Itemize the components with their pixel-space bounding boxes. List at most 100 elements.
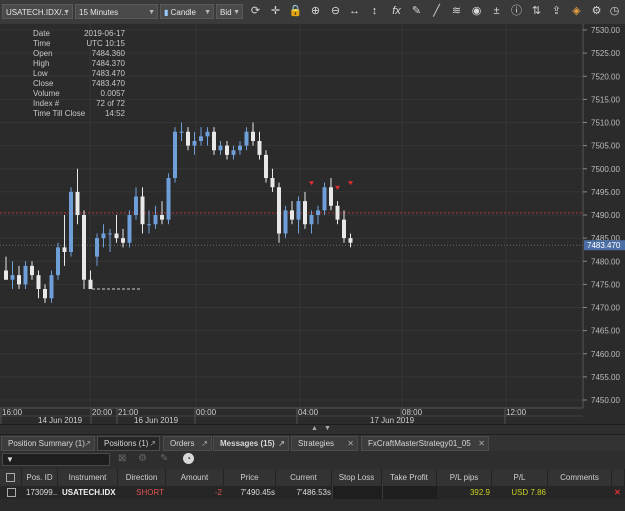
- filter-input[interactable]: ▼: [2, 453, 110, 466]
- tab-strategies[interactable]: Strategies ✕: [291, 436, 358, 451]
- candle-body: [251, 131, 255, 141]
- info-icon[interactable]: ⓘ: [509, 4, 524, 19]
- column-header[interactable]: P/L: [492, 469, 548, 486]
- tab-positions[interactable]: Positions (1) ↗: [97, 436, 160, 451]
- close-position-icon[interactable]: ⊠: [118, 453, 126, 464]
- info-value: 7483.470: [91, 79, 125, 88]
- chart-type-dropdown-label: Candle: [170, 8, 196, 17]
- info-key: Date: [33, 29, 50, 38]
- candle-body: [205, 131, 210, 137]
- y-tick-label: 7495.00: [591, 188, 620, 197]
- column-header[interactable]: Price: [224, 469, 276, 486]
- merge-icon[interactable]: ⚙: [138, 453, 147, 464]
- edit-icon[interactable]: ✎: [160, 453, 168, 464]
- collapse-down-icon[interactable]: ▼: [324, 425, 331, 432]
- info-value: 7484.360: [91, 49, 125, 58]
- column-header[interactable]: Pos. ID: [22, 469, 58, 486]
- price-chart[interactable]: 7530.00 7525.00 7520.00 7515.00 7510.00 7505.…: [0, 24, 625, 424]
- candle-body: [43, 289, 47, 299]
- layers-icon[interactable]: ≋: [449, 4, 464, 19]
- chart-type-dropdown[interactable]: ▮ Candle ▼: [160, 4, 214, 19]
- x-tick-label: 12:00: [506, 408, 527, 417]
- candle-icon: ▮: [164, 8, 169, 17]
- popout-icon[interactable]: ↗: [278, 437, 285, 450]
- price-side-dropdown[interactable]: Bid ▼: [216, 4, 243, 19]
- tab-label: Orders: [170, 439, 195, 448]
- lock-icon[interactable]: 🔒: [288, 4, 303, 19]
- instrument-dropdown[interactable]: USATECH.IDX/... ▼: [2, 4, 73, 19]
- price-side-dropdown-label: Bid: [220, 8, 232, 17]
- info-value: UTC 10:15: [86, 39, 125, 48]
- stop-loss-cell[interactable]: [332, 486, 382, 499]
- chevron-down-icon: ▼: [233, 9, 240, 16]
- y-tick-label: 7450.00: [591, 396, 620, 405]
- zoom-in-icon[interactable]: ⊕: [308, 4, 323, 19]
- candle-body: [10, 275, 15, 280]
- candle-body: [244, 131, 249, 146]
- column-header[interactable]: Instrument: [58, 469, 118, 486]
- column-header[interactable]: Take Profit: [382, 469, 437, 486]
- candle-body: [4, 270, 8, 280]
- direction-cell: SHORT: [136, 488, 164, 497]
- paint-icon[interactable]: ◈: [569, 4, 584, 19]
- info-key: High: [33, 59, 50, 68]
- tab-orders[interactable]: Orders ↗: [163, 436, 212, 451]
- collapse-up-icon[interactable]: ▲: [311, 425, 318, 432]
- close-position-icon[interactable]: ✕: [614, 486, 625, 499]
- crosshair-icon[interactable]: ✛: [268, 4, 283, 19]
- popout-icon[interactable]: ↗: [84, 437, 91, 450]
- candle-body: [179, 131, 184, 133]
- chart-icon[interactable]: ◔: [183, 453, 194, 464]
- take-profit-cell[interactable]: [382, 486, 437, 499]
- candle-body: [160, 215, 164, 220]
- pencil-icon[interactable]: ✎: [409, 4, 424, 19]
- candle-body: [342, 219, 346, 239]
- y-tick-label: 7490.00: [591, 211, 620, 220]
- column-header[interactable]: Amount: [166, 469, 224, 486]
- positions-table-header: Pos. ID Instrument Direction Amount Pric…: [0, 469, 625, 486]
- x-date-label: 14 Jun 2019: [38, 416, 83, 424]
- comments-cell: [548, 486, 612, 499]
- close-icon[interactable]: ✕: [347, 437, 354, 450]
- horizontal-arrows-icon[interactable]: ↔: [347, 4, 362, 19]
- column-header[interactable]: Direction: [118, 469, 166, 486]
- export-icon[interactable]: ⇪: [549, 4, 564, 19]
- y-tick-label: 7480.00: [591, 257, 620, 266]
- clock-icon[interactable]: ◷: [607, 4, 622, 19]
- info-row: Volume 0.0057: [33, 89, 125, 99]
- candle-body: [153, 215, 158, 225]
- column-header[interactable]: P/L pips: [437, 469, 492, 486]
- candle-body: [296, 201, 301, 220]
- column-header[interactable]: Current: [276, 469, 332, 486]
- settings-icon[interactable]: ⚙: [589, 4, 604, 19]
- candle-body: [108, 233, 112, 235]
- function-icon[interactable]: fx: [389, 4, 404, 19]
- close-icon[interactable]: ✕: [478, 437, 485, 450]
- vertical-arrows-icon[interactable]: ↕: [367, 4, 382, 19]
- timeframe-dropdown[interactable]: 15 Minutes ▼: [75, 4, 158, 19]
- y-tick-label: 7460.00: [591, 350, 620, 359]
- chevron-down-icon: ▼: [63, 9, 70, 16]
- row-checkbox[interactable]: [6, 488, 16, 497]
- select-all-checkbox[interactable]: [6, 473, 15, 482]
- sell-buy-icon[interactable]: ⇅: [529, 4, 544, 19]
- zoom-out-icon[interactable]: ⊖: [328, 4, 343, 19]
- tab-position-summary[interactable]: Position Summary (1) ↗: [1, 436, 95, 451]
- popout-icon[interactable]: ↗: [149, 437, 156, 450]
- tab-strategy-fxcraft[interactable]: FxCraftMasterStrategy01_05 ✕: [361, 436, 489, 451]
- info-row: Time UTC 10:15: [33, 39, 125, 49]
- column-header[interactable]: Stop Loss: [332, 469, 382, 486]
- tab-messages[interactable]: Messages (15) ↗: [213, 436, 289, 451]
- table-row[interactable]: 173099... USATECH.IDX SHORT -2 7'490.45s…: [0, 486, 625, 499]
- plus-minus-icon[interactable]: ±: [489, 4, 504, 19]
- eye-icon[interactable]: ◉: [469, 4, 484, 19]
- refresh-icon[interactable]: ⟳: [248, 4, 263, 19]
- info-row: Time Till Close 14:52: [33, 109, 125, 119]
- column-header[interactable]: Comments: [548, 469, 612, 486]
- diagonal-line-icon[interactable]: ╱: [429, 4, 444, 19]
- info-row: Close 7483.470: [33, 79, 125, 89]
- info-row: Date 2019-06-17: [33, 29, 125, 39]
- pl-cell: USD 7.86: [511, 488, 546, 497]
- candle-body: [101, 233, 106, 239]
- popout-icon[interactable]: ↗: [201, 437, 208, 450]
